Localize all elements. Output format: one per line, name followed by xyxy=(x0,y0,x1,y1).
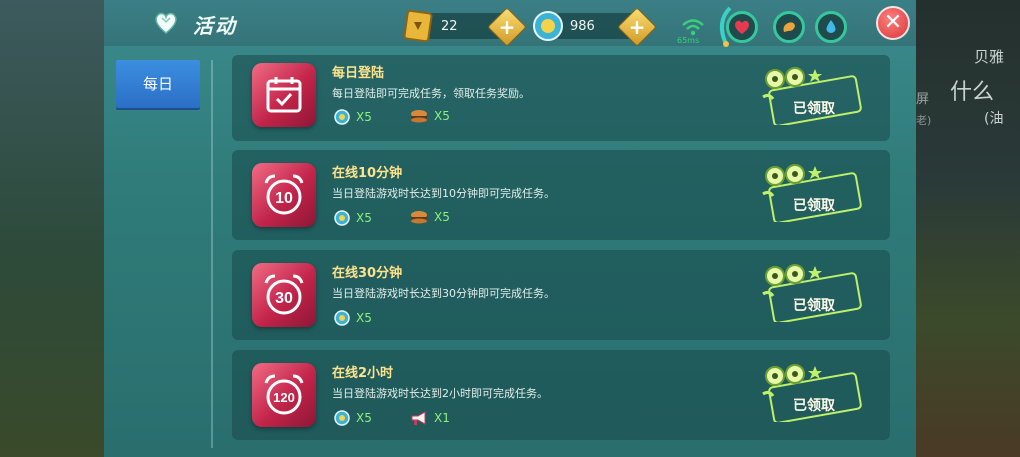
task-icon xyxy=(252,63,316,127)
tab-daily[interactable]: 每日 xyxy=(116,60,200,108)
task-card-daily-login: 每日登陆 每日登陆即可完成任务，领取任务奖励。 X5 X5 已领取 xyxy=(232,55,890,141)
reward-qty: X5 xyxy=(356,411,372,425)
reward-item: X1 xyxy=(410,410,450,426)
reward-item: X5 xyxy=(334,410,372,426)
megaphone-icon xyxy=(411,411,426,425)
alarm-clock-icon: 120 xyxy=(264,374,304,415)
balloon-heart-icon xyxy=(155,12,177,34)
page-title: 活动 xyxy=(193,14,237,38)
task-card-online-2h: 120 在线2小时 当日登陆游戏时长达到2小时即可完成任务。 X5 X1 已领取 xyxy=(232,350,890,440)
drumstick-icon xyxy=(783,22,795,32)
background-left xyxy=(0,0,104,457)
clock-number: 120 xyxy=(273,390,295,405)
alarm-clock-icon: 30 xyxy=(264,274,304,315)
reward-qty: X5 xyxy=(434,210,450,224)
burger-food-icon xyxy=(411,110,427,123)
burger-food-icon xyxy=(411,211,427,224)
bg-text-line3: (油 xyxy=(984,111,1004,127)
sidebar-divider xyxy=(211,60,213,448)
close-icon: ✕ xyxy=(883,10,903,35)
reward-item: X5 xyxy=(334,109,372,125)
blue-coin-value: 986 xyxy=(570,19,595,34)
claimed-stamp[interactable]: 已领取 xyxy=(757,262,867,324)
bg-text-line2: 什么 xyxy=(950,80,995,105)
task-title: 在线10分钟 xyxy=(332,166,403,181)
task-description: 每日登陆即可完成任务，领取任务奖励。 xyxy=(332,87,530,100)
clock-number: 30 xyxy=(275,290,293,307)
close-button[interactable]: ✕ xyxy=(876,6,910,40)
plus-icon: + xyxy=(628,15,646,39)
heart-icon xyxy=(735,20,749,34)
ping-text: 65ms xyxy=(677,36,700,45)
task-description: 当日登陆游戏时长达到10分钟即可完成任务。 xyxy=(332,187,555,200)
task-card-online-30min: 30 在线30分钟 当日登陆游戏时长达到30分钟即可完成任务。 X5 已领取 xyxy=(232,250,890,340)
claimed-stamp[interactable]: 已领取 xyxy=(757,362,867,424)
blue-coin-icon xyxy=(334,410,350,426)
reward-item: X5 xyxy=(410,109,450,123)
task-icon: 120 xyxy=(252,363,316,427)
reward-qty: X5 xyxy=(356,110,372,124)
reward-item: X5 xyxy=(334,310,372,326)
health-status[interactable] xyxy=(726,11,758,43)
reward-qty: X5 xyxy=(434,109,450,123)
task-card-online-10min: 10 在线10分钟 当日登陆游戏时长达到10分钟即可完成任务。 X5 X5 已领… xyxy=(232,150,890,240)
claimed-label: 已领取 xyxy=(793,198,835,214)
water-drop-icon xyxy=(826,20,836,33)
task-title: 在线30分钟 xyxy=(332,266,403,281)
blue-coin-icon xyxy=(334,210,350,226)
task-description: 当日登陆游戏时长达到2小时即可完成任务。 xyxy=(332,387,548,400)
background-right: 贝雅 什么 (油 xyxy=(916,0,1020,457)
reward-qty: X1 xyxy=(434,411,450,425)
claimed-stamp[interactable]: 已领取 xyxy=(757,65,867,127)
blue-coin-icon xyxy=(334,310,350,326)
task-description: 当日登陆游戏时长达到30分钟即可完成任务。 xyxy=(332,287,555,300)
claimed-label: 已领取 xyxy=(793,298,835,314)
blue-coin-icon xyxy=(533,11,563,41)
reward-item: X5 xyxy=(334,210,372,226)
reward-qty: X5 xyxy=(356,211,372,225)
claimed-stamp[interactable]: 已领取 xyxy=(757,162,867,224)
task-icon: 30 xyxy=(252,263,316,327)
alarm-clock-icon: 10 xyxy=(264,174,304,215)
plus-icon: + xyxy=(498,15,516,39)
gold-ticket-value: 22 xyxy=(441,19,458,34)
claimed-label: 已领取 xyxy=(793,398,835,414)
thirst-status[interactable] xyxy=(815,11,847,43)
blue-coin-icon xyxy=(334,109,350,125)
hunger-status[interactable] xyxy=(773,11,805,43)
reward-item: X5 xyxy=(410,210,450,224)
reward-qty: X5 xyxy=(356,311,372,325)
gold-ticket-icon xyxy=(403,9,433,43)
bg-fragment-b: 老) xyxy=(916,114,932,127)
wifi-signal-icon xyxy=(682,19,704,36)
bg-text-line1: 贝雅 xyxy=(974,48,1005,66)
task-title: 每日登陆 xyxy=(332,66,385,81)
calendar-check-icon xyxy=(266,77,302,113)
claimed-label: 已领取 xyxy=(793,101,835,117)
task-icon: 10 xyxy=(252,163,316,227)
task-title: 在线2小时 xyxy=(332,366,394,381)
clock-number: 10 xyxy=(275,190,293,207)
bg-fragment-a: 屏 xyxy=(916,92,930,107)
